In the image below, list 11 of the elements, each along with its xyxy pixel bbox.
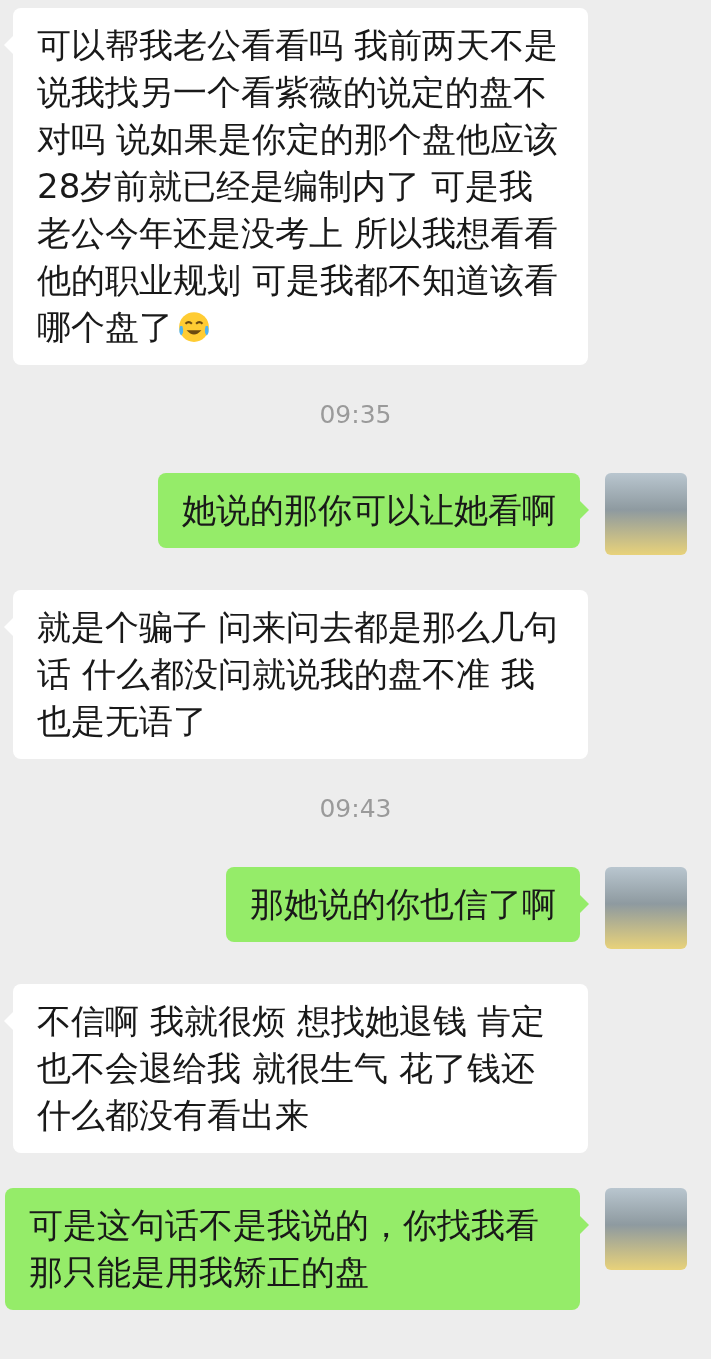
incoming-message-bubble: 就是个骗子 问来问去都是那么几句话 什么都没问就说我的盘不准 我也是无语了 [13, 590, 588, 759]
incoming-message-bubble: 可以帮我老公看看吗 我前两天不是说我找另一个看紫薇的说定的盘不对吗 说如果是你定的那个盘他应该28岁前就已经是编制内了 可是我老公今年还是没考上 所以我想看看他的职业规划 可是我都不知道该看哪个盘了 [13, 8, 588, 365]
avatar-photo-placeholder[interactable] [605, 1188, 687, 1270]
outgoing-message-bubble: 可是这句话不是我说的，你找我看那只能是用我矫正的盘 [5, 1188, 580, 1310]
outgoing-message-bubble: 那她说的你也信了啊 [226, 867, 580, 942]
outgoing-message-bubble: 她说的那你可以让她看啊 [158, 473, 580, 548]
message-time: 09:35 [319, 400, 392, 429]
avatar-photo-placeholder[interactable] [605, 867, 687, 949]
message-time: 09:43 [319, 794, 392, 823]
avatar-photo-placeholder[interactable] [605, 473, 687, 555]
incoming-message-bubble: 不信啊 我就很烦 想找她退钱 肯定也不会退给我 就很生气 花了钱还什么都没有看出来 [13, 984, 588, 1153]
